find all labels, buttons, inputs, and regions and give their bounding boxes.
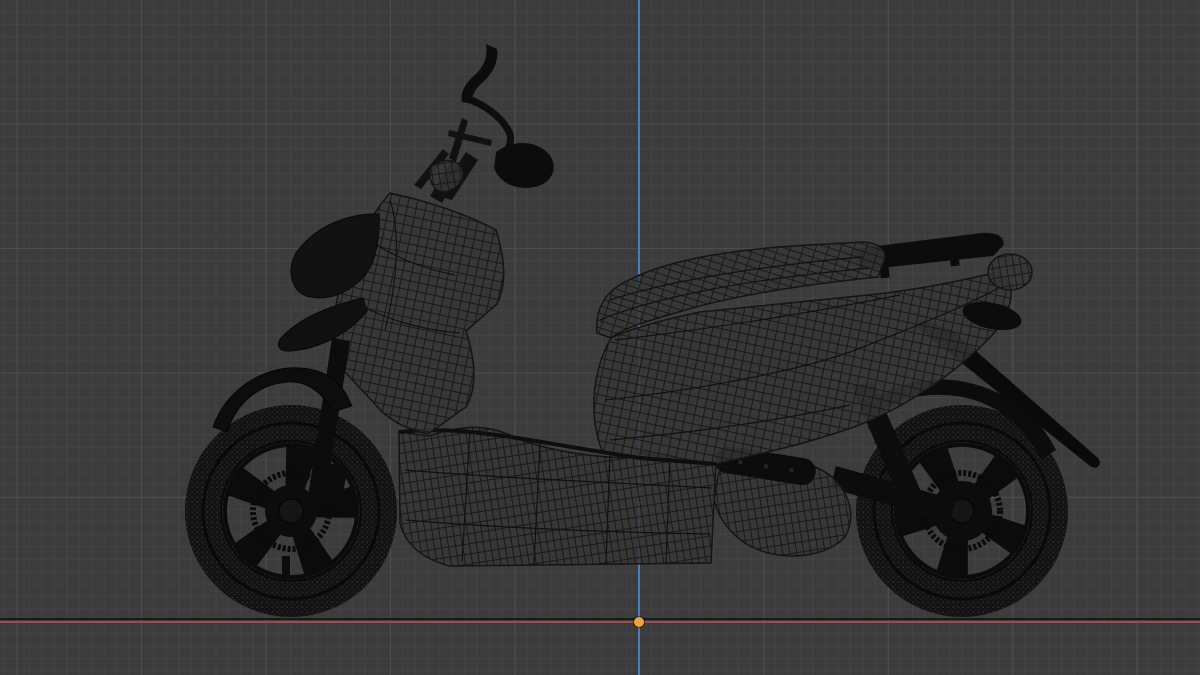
mirror-head (461, 44, 498, 104)
origin-dot (634, 617, 644, 627)
front-wheel[interactable] (185, 405, 397, 617)
viewport-canvas[interactable] (0, 0, 1200, 675)
brake-levers (414, 130, 492, 193)
tail-end-cap (987, 253, 1033, 291)
scooter-wireframe-model[interactable] (0, 0, 1200, 675)
front-stand (282, 556, 290, 582)
